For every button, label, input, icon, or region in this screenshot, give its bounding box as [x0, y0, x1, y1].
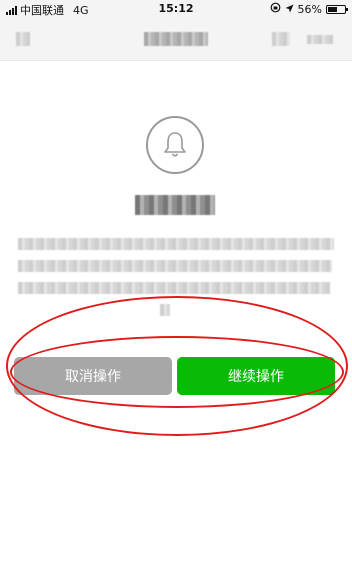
dialog-body-line-2 [18, 260, 332, 272]
dialog-body-line-3 [18, 282, 330, 294]
dialog-title-redacted [135, 195, 215, 215]
location-icon [285, 3, 294, 16]
battery-icon [326, 4, 348, 14]
nav-bar [0, 18, 352, 61]
bell-icon [146, 116, 204, 174]
status-right: 56% [270, 2, 348, 16]
nav-more-redacted[interactable] [307, 35, 333, 44]
battery-percent: 56% [297, 2, 322, 16]
orientation-lock-icon [270, 2, 281, 16]
nav-title-redacted [144, 32, 208, 46]
status-bar: 中国联通 4G 15:12 56% [0, 0, 352, 18]
nav-action-redacted[interactable] [272, 32, 290, 46]
annotation-ellipse-inner [10, 336, 344, 408]
dialog-body-line-1 [18, 238, 334, 250]
nav-back-redacted[interactable] [16, 32, 30, 46]
